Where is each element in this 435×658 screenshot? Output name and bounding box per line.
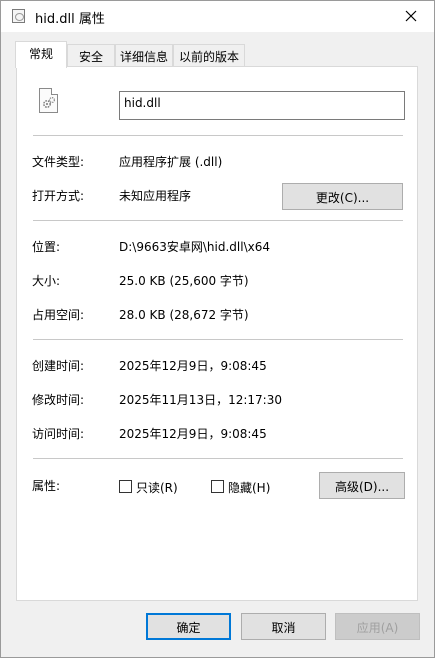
advanced-button[interactable]: 高级(D)...	[319, 472, 405, 499]
general-tab-panel: hid.dll 文件类型: 应用程序扩展 (.dll) 打开方式: 未知应用程序…	[16, 66, 418, 601]
location-value: D:\9663安卓网\hid.dll\x64	[119, 240, 270, 254]
modified-label: 修改时间:	[32, 393, 85, 407]
accessed-value: 2025年12月9日，9:08:45	[119, 427, 267, 441]
apply-button[interactable]: 应用(A)	[335, 613, 420, 640]
dll-gear-icon	[39, 88, 58, 113]
separator	[33, 220, 403, 221]
size-on-disk-value: 28.0 KB (28,672 字节)	[119, 308, 249, 322]
close-button[interactable]	[396, 3, 426, 29]
location-label: 位置:	[32, 240, 61, 254]
separator	[33, 135, 403, 136]
separator	[33, 458, 403, 459]
hidden-checkbox[interactable]	[211, 480, 224, 493]
file-type-label: 文件类型:	[32, 155, 85, 169]
open-with-label: 打开方式:	[32, 189, 85, 203]
tab-details[interactable]: 详细信息	[115, 44, 173, 66]
close-icon	[405, 10, 417, 22]
readonly-checkbox[interactable]	[119, 480, 132, 493]
tab-general[interactable]: 常规	[15, 41, 67, 68]
file-type-value: 应用程序扩展 (.dll)	[119, 155, 223, 169]
accessed-label: 访问时间:	[32, 427, 85, 441]
window-title: hid.dll 属性	[35, 12, 105, 27]
tab-previous-versions[interactable]: 以前的版本	[173, 44, 245, 66]
cancel-button[interactable]: 取消	[241, 613, 326, 640]
open-with-value: 未知应用程序	[119, 189, 192, 203]
separator	[33, 339, 403, 340]
size-value: 25.0 KB (25,600 字节)	[119, 274, 249, 288]
attributes-label: 属性:	[32, 479, 61, 493]
title-bar[interactable]: hid.dll 属性	[1, 1, 434, 32]
created-value: 2025年12月9日，9:08:45	[119, 359, 267, 373]
size-label: 大小:	[32, 274, 61, 288]
readonly-checkbox-label[interactable]: 只读(R)	[136, 479, 178, 496]
properties-window: hid.dll 属性 常规 安全 详细信息 以前的版本 hid.dll 文件类型…	[0, 0, 435, 658]
file-properties-icon	[12, 9, 25, 23]
ok-button[interactable]: 确定	[146, 613, 231, 640]
created-label: 创建时间:	[32, 359, 85, 373]
size-on-disk-label: 占用空间:	[32, 308, 85, 322]
modified-value: 2025年11月13日，12:17:30	[119, 393, 282, 407]
hidden-checkbox-label[interactable]: 隐藏(H)	[228, 479, 270, 496]
change-button[interactable]: 更改(C)...	[282, 183, 403, 210]
tab-security[interactable]: 安全	[67, 44, 115, 66]
file-name-field[interactable]: hid.dll	[119, 91, 405, 120]
